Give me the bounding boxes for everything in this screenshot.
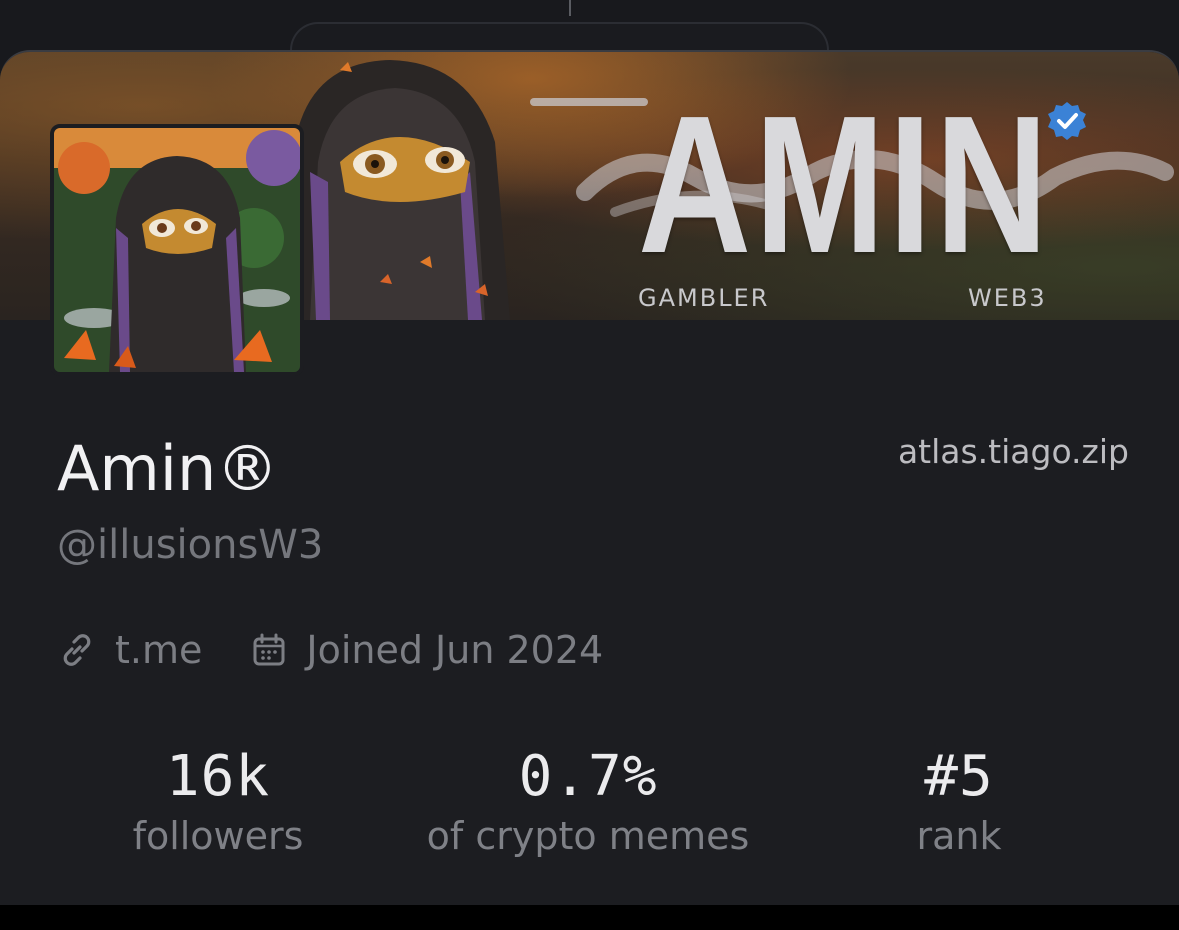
stat-meme-share[interactable]: 0.7% of crypto memes — [398, 742, 778, 858]
display-name: Amin® — [57, 432, 279, 505]
link-icon — [63, 634, 91, 666]
stat-value: 0.7% — [518, 744, 658, 809]
stat-followers[interactable]: 16k followers — [28, 742, 408, 858]
joined-label: Joined Jun 2024 — [306, 628, 604, 672]
divider — [569, 0, 571, 16]
stat-value: 16k — [165, 744, 271, 809]
website-label: t.me — [115, 628, 203, 672]
profile-meta-row: t.me Joined Jun 2024 — [57, 628, 603, 672]
avatar-artwork — [54, 128, 300, 372]
banner-title: AMIN — [638, 75, 1052, 294]
stat-label: of crypto memes — [426, 814, 750, 858]
bottom-edge — [0, 905, 1179, 930]
banner-artwork — [290, 60, 510, 320]
avatar[interactable] — [50, 124, 304, 376]
banner-decoration-bar — [530, 98, 648, 106]
banner-tag-web3: WEB3 — [968, 284, 1047, 312]
profile-card[interactable]: AMIN GAMBLER WEB3 Amin® @illusionsW3 atl… — [0, 50, 1179, 907]
website-link[interactable]: t.me — [57, 628, 202, 672]
username-handle: @illusionsW3 — [57, 522, 324, 568]
stat-value: #5 — [924, 744, 994, 809]
banner-tag-gambler: GAMBLER — [638, 284, 770, 312]
stat-label: followers — [132, 814, 304, 858]
joined-date: Joined Jun 2024 — [250, 628, 603, 672]
verified-badge-icon — [1048, 102, 1086, 140]
external-domain-link[interactable]: atlas.tiago.zip — [898, 432, 1129, 471]
stat-rank[interactable]: #5 rank — [769, 742, 1149, 858]
calendar-icon — [253, 633, 285, 666]
stat-label: rank — [916, 814, 1002, 858]
